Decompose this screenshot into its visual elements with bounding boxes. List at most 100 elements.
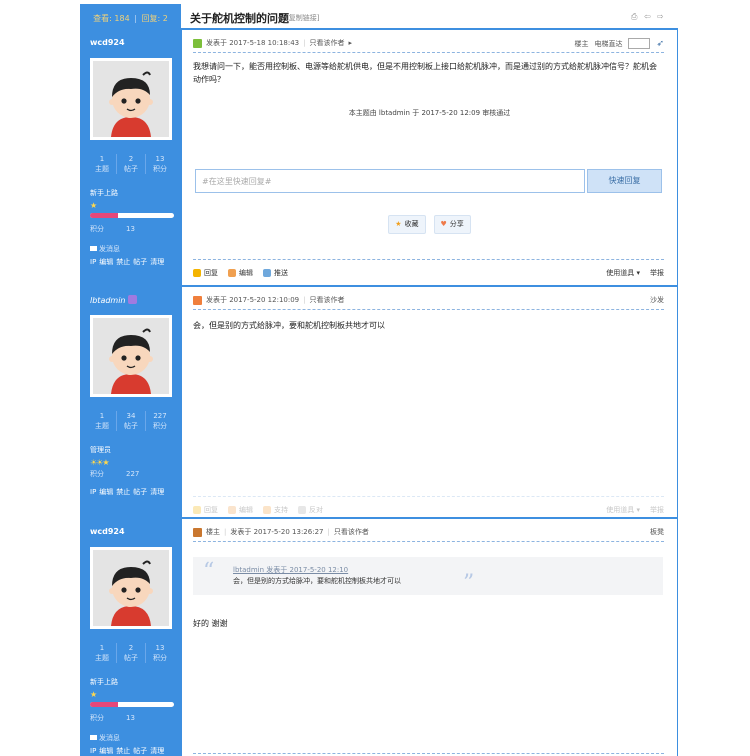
quick-reply-button[interactable]: 快速回复 xyxy=(587,169,662,193)
floor-label: 楼主 xyxy=(574,39,589,48)
post-meta-right: 板凳 xyxy=(650,527,664,537)
floor-label: 沙发 xyxy=(650,296,664,304)
admin-posts-link[interactable]: 帖子 xyxy=(133,258,147,266)
only-author-link[interactable]: 只看该作者 xyxy=(309,38,344,48)
copy-link[interactable]: [复制链接] xyxy=(286,13,319,23)
admin-edit-link[interactable]: 编辑 xyxy=(99,258,113,266)
post-body: 会，但是别的方式给脉冲，要和舵机控制板共地才可以 xyxy=(193,321,385,330)
post-time: 发表于 2017-5-20 12:10:09 xyxy=(206,296,300,304)
replies-count: 2 xyxy=(162,14,168,23)
admin-badge-icon xyxy=(127,295,137,304)
post-toolbar: 回复 编辑 支持 反对 使用道具 ▾ 举报 xyxy=(193,505,664,515)
admin-ban-link[interactable]: 禁止 xyxy=(116,488,130,496)
stat-credits[interactable]: 13 积分 xyxy=(146,643,174,663)
divider xyxy=(193,496,664,497)
admin-clean-link[interactable]: 清理 xyxy=(150,488,164,496)
admin-edit-link[interactable]: 编辑 xyxy=(99,747,113,755)
pencil-icon xyxy=(228,269,236,277)
edit-button[interactable]: 编辑 xyxy=(228,268,253,278)
post-time: 发表于 2017-5-20 13:26:27 xyxy=(230,528,324,536)
admin-posts-link[interactable]: 帖子 xyxy=(133,488,147,496)
author-sidebar: wcd924 1 主题 2 帖子 13 积分 新手上路 ★ 积分 13 发消息 … xyxy=(80,30,181,286)
favorite-button[interactable]: ★ 收藏 xyxy=(388,215,426,234)
stat-posts[interactable]: 2 帖子 xyxy=(117,154,146,174)
thread-view: 查看: 184 | 回复: 2 关于舵机控制的问题 [复制链接] ⎙ ⇦ ⇨ w… xyxy=(80,4,678,756)
next-thread-icon[interactable]: ⇨ xyxy=(657,12,666,21)
print-icon[interactable]: ⎙ xyxy=(631,12,640,21)
post-body: 好的 谢谢 xyxy=(193,619,228,628)
heart-icon: ♥ xyxy=(440,220,447,228)
use-tools-link[interactable]: 使用道具 ▾ xyxy=(606,268,640,278)
report-link[interactable]: 举报 xyxy=(650,268,664,278)
reply-button[interactable]: 回复 xyxy=(193,505,218,515)
stat-credits[interactable]: 227 积分 xyxy=(146,411,174,431)
admin-ip-link[interactable]: IP xyxy=(90,488,96,496)
avatar[interactable] xyxy=(90,58,172,140)
pencil-icon xyxy=(228,506,236,514)
triangle-right-icon[interactable]: ▸ xyxy=(348,39,352,47)
avatar[interactable] xyxy=(90,547,172,629)
jump-label: 电梯直达 xyxy=(594,39,623,48)
user-group: 新手上路 xyxy=(90,189,118,197)
quote-author-link[interactable]: lbtadmin 发表于 2017-5-20 12:10 xyxy=(233,565,348,575)
author-name[interactable]: wcd924 xyxy=(90,38,125,47)
support-button[interactable]: 支持 xyxy=(263,505,288,515)
go-arrow-icon[interactable]: ➶ xyxy=(656,39,664,49)
admin-ban-link[interactable]: 禁止 xyxy=(116,747,130,755)
stat-threads[interactable]: 1 主题 xyxy=(88,154,117,174)
thumbs-up-icon xyxy=(263,506,271,514)
stat-credits[interactable]: 13 积分 xyxy=(146,154,174,174)
star-rank-icon: ★ xyxy=(90,690,97,699)
floor-label: 板凳 xyxy=(650,528,664,536)
quick-reply-input[interactable]: #在这里快速回复# xyxy=(195,169,585,193)
credit-row: 积分 227 xyxy=(90,470,140,478)
post-3: wcd924 1 主题 2 帖子 13 积分 新手上路 ★ 积分 13 发消息 … xyxy=(80,519,678,756)
reply-icon xyxy=(193,506,201,514)
post-content: 楼主 | 发表于 2017-5-20 13:26:27 | 只看该作者 板凳 “… xyxy=(181,519,678,756)
admin-ban-link[interactable]: 禁止 xyxy=(116,258,130,266)
stat-posts[interactable]: 2 帖子 xyxy=(117,643,146,663)
open-quote-icon: “ xyxy=(203,559,215,584)
admin-posts-link[interactable]: 帖子 xyxy=(133,747,147,755)
admin-clean-link[interactable]: 清理 xyxy=(150,258,164,266)
oppose-button[interactable]: 反对 xyxy=(298,505,323,515)
admin-clean-link[interactable]: 清理 xyxy=(150,747,164,755)
jump-floor-input[interactable] xyxy=(628,38,651,49)
author-name[interactable]: lbtadmin xyxy=(90,295,137,305)
author-name[interactable]: wcd924 xyxy=(90,527,125,536)
user-stats: 1 主题 34 帖子 227 积分 xyxy=(88,411,174,431)
avatar[interactable] xyxy=(90,315,172,397)
only-author-link[interactable]: 只看该作者 xyxy=(334,527,369,537)
stat-threads[interactable]: 1 主题 xyxy=(88,643,117,663)
use-tools-link[interactable]: 使用道具 ▾ xyxy=(606,505,640,515)
stat-threads[interactable]: 1 主题 xyxy=(88,411,117,431)
reply-button[interactable]: 回复 xyxy=(193,268,218,278)
push-button[interactable]: 推送 xyxy=(263,268,288,278)
report-link[interactable]: 举报 xyxy=(650,505,664,515)
thread-title[interactable]: 关于舵机控制的问题 xyxy=(190,10,289,26)
admin-ip-link[interactable]: IP xyxy=(90,747,96,755)
reply-icon xyxy=(193,269,201,277)
send-message-link[interactable]: 发消息 xyxy=(90,733,120,743)
post-2: lbtadmin 1 主题 34 帖子 227 积分 管理员 ☀☀★ 积分 22… xyxy=(80,287,678,518)
admin-ip-link[interactable]: IP xyxy=(90,258,96,266)
sun-rank-icon: ☀☀★ xyxy=(90,458,109,467)
divider xyxy=(193,259,664,260)
views-count: 184 xyxy=(114,14,130,23)
edit-button[interactable]: 编辑 xyxy=(228,505,253,515)
share-button[interactable]: ♥ 分享 xyxy=(433,215,471,234)
post-time: 发表于 2017-5-18 10:18:43 xyxy=(206,39,300,47)
stat-posts[interactable]: 34 帖子 xyxy=(117,411,146,431)
divider xyxy=(193,52,664,53)
credit-progress-bar xyxy=(90,213,174,218)
admin-links: IP 编辑 禁止 帖子 清理 xyxy=(90,257,167,267)
only-author-link[interactable]: 只看该作者 xyxy=(309,295,344,305)
prev-thread-icon[interactable]: ⇦ xyxy=(644,12,653,21)
credit-progress-bar xyxy=(90,702,174,707)
post-actions: ★ 收藏 ♥ 分享 xyxy=(181,215,678,234)
credit-progress-fill xyxy=(90,213,118,218)
send-message-link[interactable]: 发消息 xyxy=(90,244,120,254)
admin-edit-link[interactable]: 编辑 xyxy=(99,488,113,496)
star-rank-icon: ★ xyxy=(90,201,97,210)
push-icon xyxy=(263,269,271,277)
